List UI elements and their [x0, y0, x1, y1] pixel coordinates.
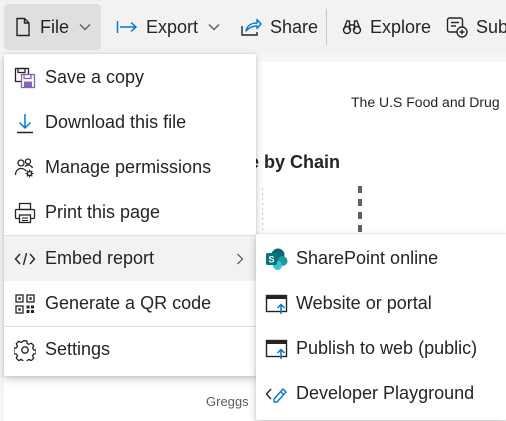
menu-item-label: Download this file	[45, 112, 187, 132]
share-icon	[241, 18, 262, 36]
menu-item-print[interactable]: Print this page	[4, 190, 256, 235]
print-icon	[14, 202, 36, 224]
file-menu-button[interactable]: File	[4, 4, 102, 50]
submenu-item-website[interactable]: Website or portal	[256, 281, 506, 326]
submenu-item-developer-playground[interactable]: Developer Playground	[256, 371, 506, 416]
axis-category-label: Greggs	[206, 394, 249, 409]
menu-item-save-copy[interactable]: Save a copy	[4, 55, 256, 100]
binoculars-icon	[342, 20, 362, 35]
sharepoint-icon: S	[265, 247, 289, 271]
menu-item-embed-report[interactable]: Embed report	[4, 236, 256, 281]
download-icon	[14, 112, 36, 134]
menu-item-download[interactable]: Download this file	[4, 100, 256, 145]
report-subtitle: The U.S Food and Drug	[351, 94, 500, 110]
chevron-down-icon	[79, 24, 91, 31]
export-button[interactable]: Export	[108, 4, 228, 50]
export-arrow-icon	[116, 21, 138, 33]
top-toolbar: File Export Share Explore Sub	[0, 0, 506, 54]
share-button[interactable]: Share	[232, 4, 326, 50]
share-label: Share	[270, 16, 319, 37]
embed-code-icon	[14, 248, 36, 270]
submenu-item-label: Developer Playground	[296, 383, 475, 403]
svg-text:S: S	[268, 254, 274, 264]
qr-code-icon	[14, 293, 36, 315]
chevron-right-icon	[237, 253, 244, 264]
save-copy-icon	[14, 67, 36, 89]
toolbar-divider	[326, 9, 327, 45]
menu-item-label: Generate a QR code	[45, 293, 212, 313]
explore-button[interactable]: Explore	[334, 4, 439, 50]
developer-playground-icon	[265, 382, 289, 406]
manage-permissions-icon	[14, 157, 36, 179]
submenu-item-publish-web[interactable]: Publish to web (public)	[256, 326, 506, 371]
menu-item-manage-permissions[interactable]: Manage permissions	[4, 145, 256, 190]
submenu-item-sharepoint[interactable]: S SharePoint online	[256, 236, 506, 281]
menu-item-label: Embed report	[45, 248, 155, 268]
chevron-down-icon	[208, 24, 220, 31]
explore-label: Explore	[370, 16, 432, 37]
submenu-item-label: Publish to web (public)	[296, 338, 478, 358]
gridline	[262, 188, 263, 232]
publish-web-icon	[265, 337, 289, 361]
reference-line	[358, 186, 362, 232]
submenu-item-label: SharePoint online	[296, 248, 439, 268]
menu-item-label: Save a copy	[45, 67, 145, 87]
export-label: Export	[146, 16, 199, 37]
subscribe-button[interactable]: Sub	[438, 4, 506, 50]
menu-item-label: Settings	[45, 339, 111, 359]
menu-item-settings[interactable]: Settings	[4, 327, 256, 372]
subscribe-icon	[446, 17, 468, 38]
file-icon	[16, 17, 30, 37]
file-dropdown-menu: Save a copy Download this file Manage pe…	[4, 54, 256, 376]
menu-item-label: Manage permissions	[45, 157, 212, 177]
menu-item-label: Print this page	[45, 202, 161, 222]
embed-report-submenu: S SharePoint online Website or portal Pu…	[256, 234, 506, 420]
file-label: File	[40, 16, 70, 37]
submenu-item-label: Website or portal	[296, 293, 432, 313]
website-icon	[265, 292, 289, 316]
menu-item-qr-code[interactable]: Generate a QR code	[4, 281, 256, 326]
settings-gear-icon	[14, 339, 36, 361]
subscribe-label: Sub	[476, 16, 506, 37]
